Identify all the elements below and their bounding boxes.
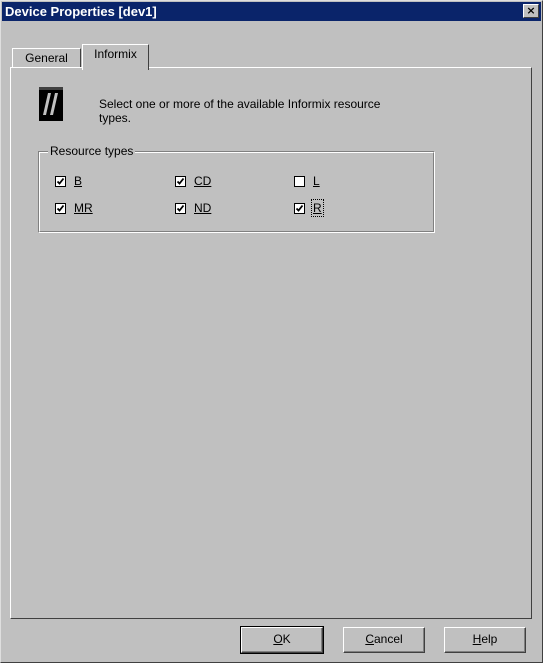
- checkbox-cd-box[interactable]: [175, 175, 186, 187]
- checkbox-nd-label: ND: [194, 201, 212, 215]
- checkbox-nd-box[interactable]: [175, 202, 186, 214]
- checkbox-r[interactable]: R: [294, 199, 324, 217]
- checkbox-l-label: L: [313, 174, 320, 188]
- checkbox-mr-label: MR: [74, 201, 93, 215]
- checkbox-b[interactable]: B: [55, 173, 82, 189]
- checkbox-r-label: R: [311, 199, 324, 217]
- description-text: Select one or more of the available Info…: [99, 97, 381, 125]
- checkbox-l-box[interactable]: [294, 175, 305, 187]
- checkbox-mr-box[interactable]: [55, 202, 66, 214]
- checkbox-cd[interactable]: CD: [175, 173, 211, 189]
- checkbox-b-label: B: [74, 174, 83, 188]
- tab-informix[interactable]: Informix: [82, 44, 149, 70]
- close-icon[interactable]: ×: [523, 4, 539, 18]
- checkbox-nd[interactable]: ND: [175, 200, 211, 216]
- resource-types-label: Resource types: [48, 144, 136, 158]
- window-title: Device Properties [dev1]: [5, 4, 157, 19]
- resource-types-group: [38, 151, 435, 233]
- help-button[interactable]: Help: [444, 627, 526, 653]
- checkbox-l[interactable]: L: [294, 173, 320, 189]
- checkbox-mr[interactable]: MR: [55, 200, 93, 216]
- title-bar[interactable]: Device Properties [dev1] ×: [2, 2, 541, 21]
- informix-logo-icon: [39, 87, 63, 121]
- cancel-button[interactable]: Cancel: [343, 627, 425, 653]
- tab-general[interactable]: General: [12, 48, 81, 68]
- checkbox-b-box[interactable]: [55, 175, 66, 187]
- ok-button[interactable]: OK: [240, 626, 324, 654]
- checkbox-cd-label: CD: [194, 174, 212, 188]
- checkbox-r-box[interactable]: [294, 202, 305, 214]
- properties-window: Device Properties [dev1] × General Infor…: [0, 0, 543, 663]
